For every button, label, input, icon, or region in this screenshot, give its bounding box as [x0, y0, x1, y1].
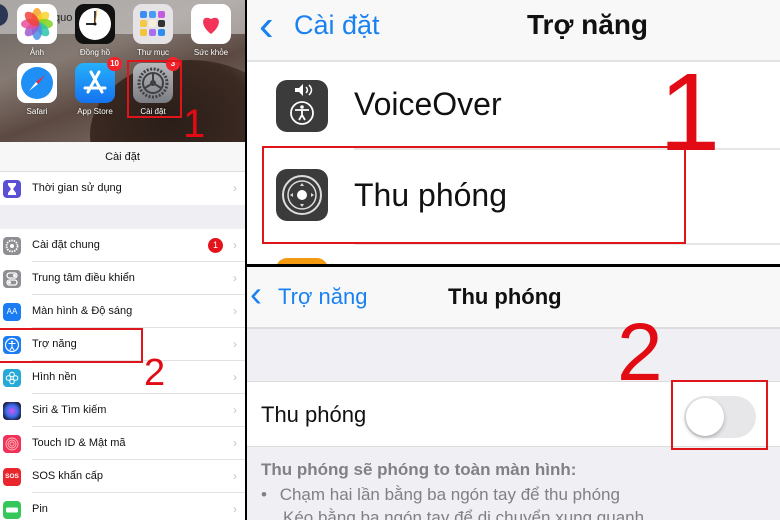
back-button[interactable]: Trợ năng	[278, 284, 367, 310]
step-number: 1	[659, 51, 721, 174]
left-panel: quo Ảnh Đồng hồ Thư mục Sức khỏe Safari …	[0, 0, 245, 520]
settings-item-label: Touch ID & Mật mã	[32, 437, 126, 449]
settings-item-emergency-sos[interactable]: SOS SOS khẩn cấp ›	[0, 460, 245, 493]
chevron-right-icon: ›	[233, 238, 237, 252]
step-number: 2	[617, 307, 663, 398]
app-label: Ảnh	[29, 48, 45, 57]
settings-header: Cài đặt	[0, 142, 245, 172]
siri-icon	[3, 402, 21, 420]
settings-item-screen-time[interactable]: Thời gian sử dụng ›	[0, 172, 245, 205]
footer-item: • Chạm hai lần bằng ba ngón tay để thu p…	[261, 485, 620, 505]
settings-item-label: Siri & Tìm kiếm	[32, 404, 107, 416]
highlight-settings-app	[127, 60, 182, 118]
partial-next-item-icon	[276, 258, 328, 264]
chevron-right-icon: ›	[233, 271, 237, 285]
photos-icon	[17, 4, 57, 44]
section-gap	[0, 205, 245, 229]
app-store-icon: 10	[75, 57, 122, 103]
highlight-accessibility-item	[0, 328, 143, 363]
settings-item-control-center[interactable]: Trung tâm điều khiển ›	[0, 262, 245, 295]
toggle-label: Thu phóng	[261, 402, 367, 427]
chevron-right-icon: ›	[233, 502, 237, 516]
zoom-settings-panel: ‹ Trợ năng Thu phóng Thu phóng Thu phóng…	[247, 267, 780, 520]
toggles-icon	[3, 270, 21, 288]
page-title: Thu phóng	[448, 284, 562, 309]
chevron-left-icon[interactable]: ‹	[259, 4, 274, 48]
battery-icon	[3, 501, 21, 519]
clock-icon	[75, 4, 115, 44]
page-title: Trợ năng	[527, 9, 649, 40]
folder-icon	[133, 4, 173, 44]
app-photos[interactable]: Ảnh	[12, 4, 62, 57]
voiceover-icon	[276, 80, 328, 132]
gear-icon	[3, 237, 21, 255]
fingerprint-icon	[3, 435, 21, 453]
chevron-right-icon: ›	[233, 436, 237, 450]
app-health[interactable]: Sức khỏe	[186, 4, 236, 57]
footer-item-text: Chạm hai lần bằng ba ngón tay để thu phó…	[279, 485, 620, 504]
back-button[interactable]: Cài đặt	[294, 10, 380, 41]
settings-item-label: Trung tâm điều khiển	[32, 272, 135, 284]
chevron-left-icon[interactable]: ‹	[250, 276, 262, 312]
settings-item-battery[interactable]: Pin ›	[0, 493, 245, 520]
chevron-right-icon: ›	[233, 469, 237, 483]
settings-item-general[interactable]: Cài đặt chung 1 ›	[0, 229, 245, 262]
step-number: 1	[183, 102, 206, 142]
navigation-bar: ‹ Trợ năng Thu phóng	[247, 267, 780, 329]
app-clock[interactable]: Đồng hồ	[70, 4, 120, 57]
settings-item-siri[interactable]: Siri & Tìm kiếm ›	[0, 394, 245, 427]
chevron-right-icon: ›	[233, 181, 237, 195]
hourglass-icon	[3, 180, 21, 198]
settings-item-wallpaper[interactable]: Hình nền ›	[0, 361, 245, 394]
chevron-right-icon: ›	[233, 403, 237, 417]
notification-badge: 1	[208, 238, 223, 253]
settings-item-label: Màn hình & Độ sáng	[32, 305, 133, 317]
sos-icon: SOS	[3, 468, 21, 486]
settings-item-touch-id[interactable]: Touch ID & Mật mã ›	[0, 427, 245, 460]
app-label: Sức khỏe	[193, 48, 229, 57]
health-icon	[191, 4, 231, 44]
text-size-icon: AA	[3, 303, 21, 321]
settings-item-label: Pin	[32, 503, 48, 515]
settings-item-label: Cài đặt chung	[32, 239, 100, 251]
settings-item-label: SOS khẩn cấp	[32, 470, 103, 482]
safari-icon	[17, 63, 57, 103]
app-label: App Store	[77, 107, 113, 116]
footer-title: Thu phóng sẽ phóng to toàn màn hình:	[261, 460, 577, 479]
notification-badge: 10	[107, 57, 122, 71]
app-label: Đồng hồ	[79, 48, 111, 57]
settings-item-label: Thời gian sử dụng	[32, 182, 122, 194]
step-number: 2	[144, 352, 166, 394]
wallpaper-icon	[3, 369, 21, 387]
chevron-right-icon: ›	[233, 337, 237, 351]
app-label: Safari	[26, 107, 48, 116]
footer-item-text: Kéo bằng ba ngón tay để di chuyển xung q…	[283, 508, 645, 520]
highlight-zoom-item	[262, 146, 686, 244]
home-screen: quo Ảnh Đồng hồ Thư mục Sức khỏe Safari …	[0, 0, 245, 142]
settings-item-label: Hình nền	[32, 371, 77, 383]
highlight-zoom-toggle	[671, 380, 768, 450]
footer-item: Kéo bằng ba ngón tay để di chuyển xung q…	[283, 508, 644, 520]
app-safari[interactable]: Safari	[12, 63, 62, 116]
app-app-store[interactable]: 10 App Store	[70, 57, 122, 116]
bullet: •	[261, 485, 267, 504]
accessibility-panel: ‹ Cài đặt Trợ năng VoiceOver Thu phóng 1	[247, 0, 780, 264]
chevron-right-icon: ›	[233, 304, 237, 318]
app-folder[interactable]: Thư mục	[128, 4, 178, 57]
settings-item-display[interactable]: AA Màn hình & Độ sáng ›	[0, 295, 245, 328]
chevron-right-icon: ›	[233, 370, 237, 384]
list-item-label: VoiceOver	[354, 86, 502, 122]
app-label: Thư mục	[136, 48, 170, 57]
